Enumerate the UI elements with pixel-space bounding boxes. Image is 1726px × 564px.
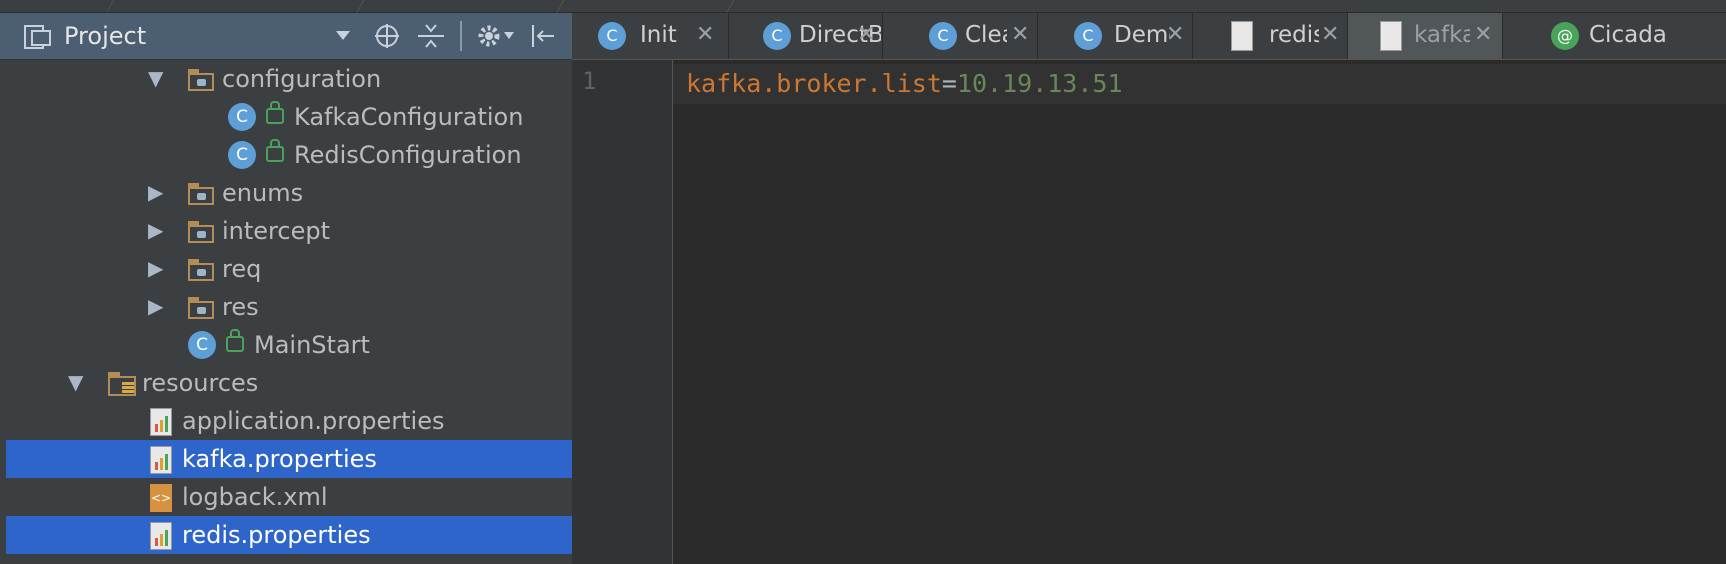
tree-item-mainstart[interactable]: C MainStart [0,326,572,364]
class-icon: C [228,141,256,169]
close-icon[interactable]: ✕ [857,22,875,47]
tab-label: kafka. [1414,22,1470,48]
gear-dropdown-icon[interactable] [504,32,514,40]
tree-item-label: resources [142,369,259,397]
tree-item-redis-properties[interactable]: redis.properties [6,516,572,554]
scroll-from-source-icon[interactable] [374,23,400,49]
expanded-arrow-icon[interactable]: ▼ [148,66,163,90]
lock-icon [266,139,284,162]
xml-file-icon: <> [150,484,172,512]
property-key: kafka.broker.list [686,69,942,98]
annotation-icon: @ [1551,22,1579,50]
tree-item-label: application.properties [182,407,445,435]
close-icon[interactable]: ✕ [696,22,714,47]
tree-item-label: KafkaConfiguration [294,103,524,131]
editor-area: C InitS ✕ C DirectBy ✕ C Clea ✕ C Demo ✕… [572,13,1726,564]
class-icon: C [228,103,256,131]
tree-item-label: configuration [222,65,382,93]
class-icon: C [1074,22,1102,50]
tree-item-redisconfiguration[interactable]: C RedisConfiguration [0,136,572,174]
tree-item-intercept[interactable]: ▶ intercept [0,212,572,250]
resources-folder-icon [108,372,138,396]
line-number: 1 [582,67,597,95]
project-view-icon [24,25,51,49]
folder-icon [188,69,216,91]
close-icon[interactable]: ✕ [1011,22,1029,47]
folder-icon [188,297,216,319]
code-line[interactable]: kafka.broker.list=10.19.13.51 [686,69,1123,98]
class-icon: C [598,22,626,50]
close-icon[interactable]: ✕ [1474,22,1492,47]
property-separator: = [941,69,957,98]
breadcrumb-separator [106,0,115,12]
tree-item-req[interactable]: ▶ req [0,250,572,288]
editor-tab[interactable]: redis. ✕ [1193,13,1348,59]
tree-item-label: MainStart [254,331,370,359]
line-number-gutter: 1 [572,60,672,564]
properties-file-icon [1380,21,1402,51]
folder-icon [188,221,216,243]
tree-item-res[interactable]: ▶ res [0,288,572,326]
project-panel-header: Project [0,13,572,60]
expanded-arrow-icon[interactable]: ▼ [68,370,83,394]
gear-icon[interactable] [476,23,502,49]
tree-item-label: redis.properties [182,521,371,549]
gutter-divider [672,60,673,564]
properties-file-icon [150,408,172,436]
editor-tab-bar: C InitS ✕ C DirectBy ✕ C Clea ✕ C Demo ✕… [572,13,1726,60]
class-icon: C [929,22,957,50]
tree-item-logback-xml[interactable]: <> logback.xml [0,478,572,516]
tab-label: Clea [965,22,1007,48]
tab-label: Demo [1114,22,1170,48]
tree-item-configuration[interactable]: ▼ configuration [0,60,572,98]
chevron-down-icon[interactable] [336,31,350,41]
tree-item-application-properties[interactable]: application.properties [0,402,572,440]
editor-tab-active[interactable]: kafka. ✕ [1348,13,1503,59]
lock-icon [226,329,244,352]
close-icon[interactable]: ✕ [1166,22,1184,47]
class-icon: C [763,22,791,50]
collapsed-arrow-icon[interactable]: ▶ [148,218,163,242]
properties-file-icon [150,522,172,550]
editor-tab[interactable]: @ Cicada [1503,13,1726,59]
tree-item-label: req [222,255,262,283]
breadcrumb-separator [356,0,365,12]
collapsed-arrow-icon[interactable]: ▶ [148,180,163,204]
collapsed-arrow-icon[interactable]: ▶ [148,256,163,280]
tab-label: InitS [640,22,678,48]
collapsed-arrow-icon[interactable]: ▶ [148,294,163,318]
properties-file-icon [150,446,172,474]
tree-item-label: logback.xml [182,483,328,511]
tree-item-resources[interactable]: ▼ resources [0,364,572,402]
toolbar-separator [460,21,462,51]
tree-item-label: RedisConfiguration [294,141,522,169]
tree-item-label: res [222,293,259,321]
tree-item-label: enums [222,179,304,207]
lock-icon [266,101,284,124]
tab-label: redis. [1269,22,1319,48]
property-value: 10.19.13.51 [956,69,1123,98]
editor-tab[interactable]: C Demo ✕ [1038,13,1193,59]
project-panel-title[interactable]: Project [64,22,146,50]
tree-item-enums[interactable]: ▶ enums [0,174,572,212]
editor-tab[interactable]: C Clea ✕ [883,13,1038,59]
runnable-class-icon: C [188,331,216,359]
collapse-all-icon[interactable] [418,23,444,49]
breadcrumb-separator [726,0,735,12]
properties-file-icon [1231,21,1253,51]
tab-label: Cicada [1589,22,1667,48]
folder-icon [188,259,216,281]
tree-item-kafka-properties[interactable]: kafka.properties [6,440,572,478]
editor-tab[interactable]: C InitS ✕ [572,13,729,59]
folder-icon [188,183,216,205]
hide-panel-icon[interactable] [530,23,556,49]
project-panel: Project ▼ configuration C KafkaConfigura… [0,13,572,564]
tree-item-label: kafka.properties [182,445,377,473]
tree-item-label: intercept [222,217,330,245]
breadcrumb-separator [556,0,565,12]
tree-item-kafkaconfiguration[interactable]: C KafkaConfiguration [0,98,572,136]
editor-tab[interactable]: C DirectBy ✕ [729,13,883,59]
top-breadcrumb-strip [0,0,1726,13]
close-icon[interactable]: ✕ [1321,22,1339,47]
